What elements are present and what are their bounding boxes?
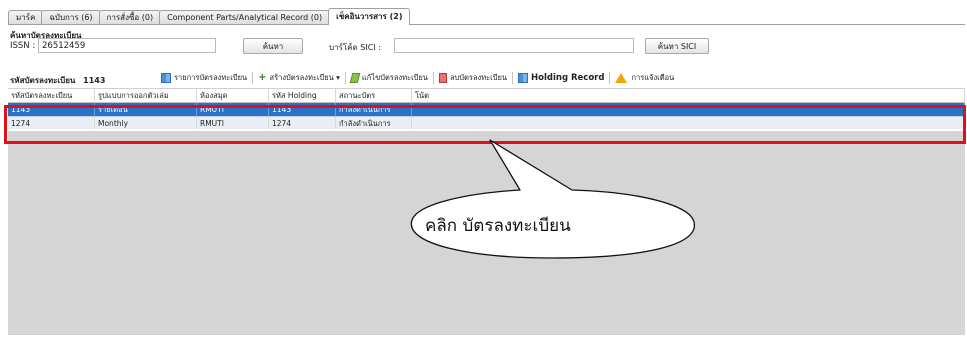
tab-checkin[interactable]: เช็คอินวารสาร (2) [328, 8, 411, 25]
callout-bubble [410, 139, 695, 259]
callout-text: คลิก บัตรลงทะเบียน [425, 216, 571, 236]
